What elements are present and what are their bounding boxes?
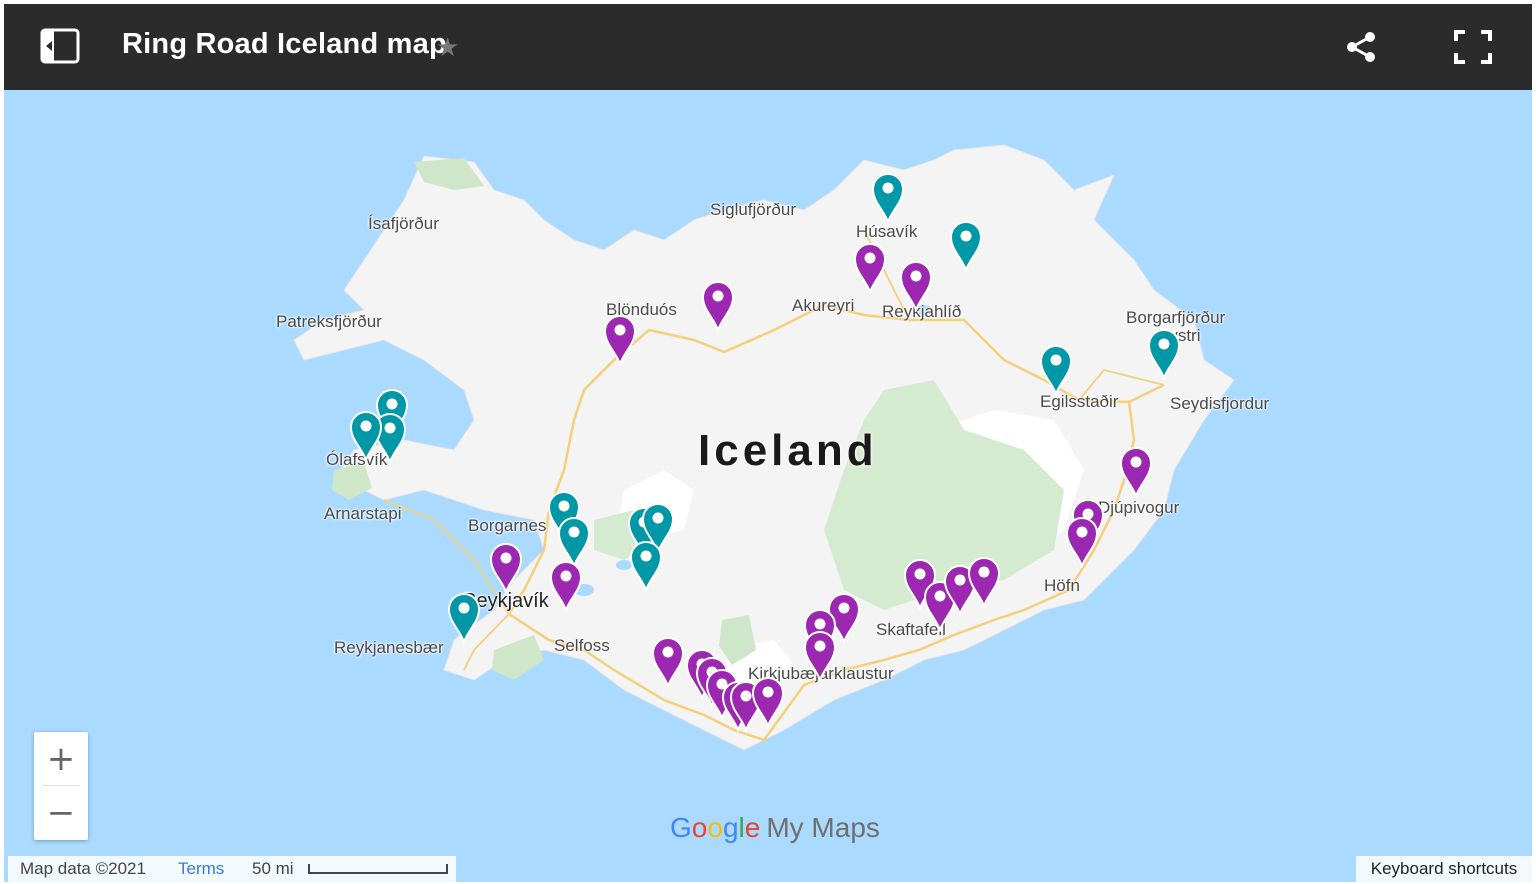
country-label: Iceland — [698, 426, 878, 475]
map-marker-pin[interactable] — [700, 278, 736, 334]
scale-bar — [308, 864, 448, 874]
star-icon[interactable]: ★ — [436, 32, 459, 63]
map-data-credit: Map data ©2021 — [20, 859, 146, 878]
map-marker-pin[interactable] — [802, 628, 838, 684]
place-label: Djúpivogur — [1098, 498, 1180, 517]
place-label: Akureyri — [792, 296, 855, 315]
share-icon[interactable] — [1344, 30, 1384, 70]
map-marker-pin[interactable] — [488, 540, 524, 596]
map-marker-pin[interactable] — [750, 674, 786, 730]
header-bar: Ring Road Iceland map ★ — [4, 4, 1532, 90]
map-marker-pin[interactable] — [1038, 342, 1074, 398]
logo-letter: g — [722, 812, 739, 843]
terms-link[interactable]: Terms — [178, 856, 224, 882]
map-canvas[interactable]: Ísafjörður Patreksfjörður Siglufjörður H… — [4, 90, 1532, 882]
map-attribution: Map data ©2021 Terms 50 mi — [8, 856, 456, 882]
scale-label: 50 mi — [252, 859, 294, 878]
place-label: Húsavík — [856, 222, 918, 241]
google-my-maps-logo: Google My Maps — [670, 812, 880, 844]
map-marker-pin[interactable] — [348, 408, 384, 464]
map-marker-pin[interactable] — [870, 170, 906, 226]
logo-letter: e — [744, 812, 761, 843]
map-marker-pin[interactable] — [1118, 444, 1154, 500]
logo-letter: G — [670, 812, 692, 843]
place-label: Siglufjörður — [710, 200, 796, 219]
keyboard-shortcuts-button[interactable]: Keyboard shortcuts — [1356, 856, 1532, 882]
place-label: Seydisfjordur — [1170, 394, 1270, 413]
place-label: Arnarstapi — [324, 504, 402, 523]
map-marker-pin[interactable] — [446, 590, 482, 646]
map-title: Ring Road Iceland map — [122, 28, 447, 60]
my-maps-wordmark: My Maps — [766, 812, 880, 843]
zoom-in-button[interactable]: + — [34, 732, 88, 786]
map-marker-pin[interactable] — [602, 312, 638, 368]
map-marker-pin[interactable] — [852, 240, 888, 296]
map-marker-pin[interactable] — [898, 258, 934, 314]
map-marker-pin[interactable] — [948, 218, 984, 274]
map-marker-pin[interactable] — [966, 554, 1002, 610]
zoom-out-button[interactable]: − — [34, 786, 88, 840]
map-frame: Ring Road Iceland map ★ Ísafjörður Patre… — [4, 4, 1532, 882]
place-label: Patreksfjörður — [276, 312, 382, 331]
place-label: Ísafjörður — [368, 214, 439, 233]
fullscreen-icon[interactable] — [1454, 30, 1498, 70]
logo-letter: o — [707, 812, 723, 843]
place-label: Selfoss — [554, 636, 610, 655]
place-label: Reykjanesbær — [334, 638, 444, 657]
place-label: Höfn — [1044, 576, 1080, 595]
map-marker-pin[interactable] — [1064, 514, 1100, 570]
logo-letter: o — [691, 812, 708, 843]
zoom-controls: + − — [34, 732, 88, 840]
map-marker-pin[interactable] — [650, 634, 686, 690]
place-label: Borgarfjörður — [1126, 308, 1226, 327]
map-marker-pin[interactable] — [1146, 326, 1182, 382]
place-label: Borgarnes — [468, 516, 547, 535]
sidebar-toggle-icon[interactable] — [40, 28, 86, 68]
map-marker-pin[interactable] — [628, 538, 664, 594]
map-marker-pin[interactable] — [548, 558, 584, 614]
